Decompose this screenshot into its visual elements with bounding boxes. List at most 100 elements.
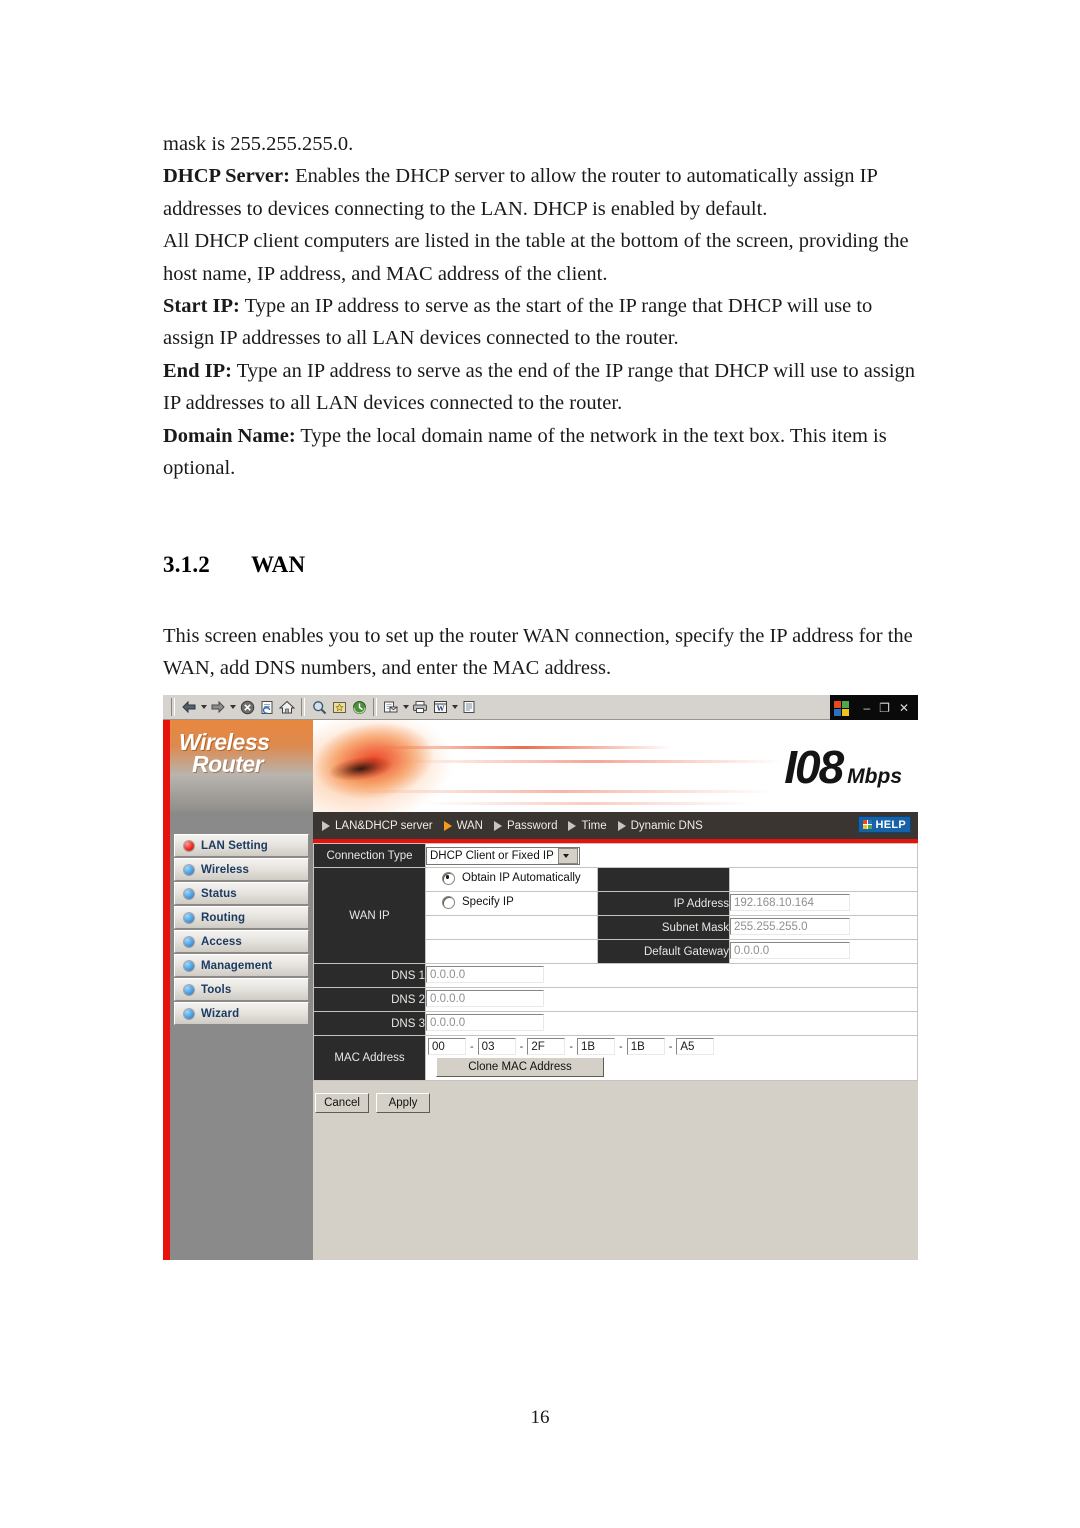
mac-octet-3-input[interactable]: 2F bbox=[527, 1038, 566, 1055]
history-icon[interactable] bbox=[349, 697, 369, 717]
nav-arrow-icon bbox=[568, 820, 577, 831]
restore-button[interactable]: ❐ bbox=[879, 702, 890, 714]
obtain-auto-label: Obtain IP Automatically bbox=[462, 872, 581, 884]
apply-button[interactable]: Apply bbox=[376, 1093, 430, 1113]
dns2-cell: 0.0.0.0 bbox=[425, 987, 918, 1012]
nav-item-time[interactable]: Time bbox=[568, 820, 607, 832]
bullet-icon bbox=[184, 840, 194, 851]
mail-dropdown-icon[interactable] bbox=[401, 697, 410, 717]
nav-arrow-icon bbox=[493, 820, 502, 831]
back-icon[interactable] bbox=[179, 697, 199, 717]
mac-octet-6-input[interactable]: A5 bbox=[676, 1038, 715, 1055]
print-icon[interactable] bbox=[410, 697, 430, 717]
obtain-ip-automatically-radio[interactable]: Obtain IP Automatically bbox=[426, 871, 581, 885]
mac-octet-2-input[interactable]: 03 bbox=[477, 1038, 516, 1055]
nav-arrow-icon bbox=[617, 820, 626, 831]
paragraph: Start IP: Type an IP address to serve as… bbox=[163, 295, 873, 350]
sidebar: LAN Setting Wireless Status Routing Acce… bbox=[170, 812, 313, 1260]
back-dropdown-icon[interactable] bbox=[199, 697, 208, 717]
bullet-icon bbox=[184, 1008, 194, 1019]
forward-dropdown-icon[interactable] bbox=[228, 697, 237, 717]
sidebar-item-status[interactable]: Status bbox=[174, 882, 309, 905]
sidebar-item-wizard[interactable]: Wizard bbox=[174, 1002, 309, 1025]
windows-logo-icon bbox=[833, 700, 850, 716]
bullet-icon bbox=[184, 936, 194, 947]
sidebar-item-label: Routing bbox=[201, 911, 246, 924]
section-title: WAN bbox=[251, 552, 306, 577]
edit-dropdown-icon[interactable] bbox=[450, 697, 459, 717]
sidebar-item-label: Management bbox=[201, 959, 273, 972]
dns2-input[interactable]: 0.0.0.0 bbox=[426, 989, 544, 1007]
connection-type-select[interactable]: DHCP Client or Fixed IP bbox=[426, 846, 580, 865]
paragraph-lead: Start IP: bbox=[163, 295, 240, 318]
brand-panel: Wireless Router bbox=[170, 720, 313, 812]
paragraph-lead: End IP: bbox=[163, 359, 232, 382]
router-banner: Wireless Router I08 Mbps bbox=[170, 720, 918, 812]
mac-octet-4-input[interactable]: 1B bbox=[577, 1038, 616, 1055]
wan-settings-table: Connection Type DHCP Client or Fixed IP bbox=[313, 843, 918, 1081]
forward-icon[interactable] bbox=[208, 697, 228, 717]
chevron-down-icon[interactable] bbox=[557, 847, 578, 864]
dns1-input[interactable]: 0.0.0.0 bbox=[426, 965, 544, 983]
speed-logo: I08 Mbps bbox=[784, 744, 902, 790]
router-body: LAN Setting Wireless Status Routing Acce… bbox=[170, 812, 918, 1260]
default-gateway-input[interactable]: 0.0.0.0 bbox=[730, 941, 850, 959]
mac-separator: - bbox=[519, 1040, 524, 1053]
table-row: WAN IP Obtain IP Automatically bbox=[313, 867, 918, 964]
sidebar-item-lan-setting[interactable]: LAN Setting bbox=[174, 834, 309, 857]
help-icon bbox=[863, 820, 873, 829]
edit-word-icon[interactable]: W bbox=[430, 697, 450, 717]
mac-octet-1-input[interactable]: 00 bbox=[428, 1038, 466, 1055]
radio-dot-icon bbox=[442, 895, 455, 909]
nav-item-label: WAN bbox=[456, 819, 483, 832]
sidebar-item-wireless[interactable]: Wireless bbox=[174, 858, 309, 881]
mac-octet-5-input[interactable]: 1B bbox=[626, 1038, 665, 1055]
help-button[interactable]: HELP bbox=[858, 816, 911, 833]
cancel-button[interactable]: Cancel bbox=[315, 1093, 369, 1113]
toolbar-separator bbox=[373, 698, 377, 716]
paragraph: Domain Name: Type the local domain name … bbox=[163, 424, 887, 480]
nav-item-wan[interactable]: WAN bbox=[443, 819, 483, 832]
toolbar-grip bbox=[171, 698, 175, 716]
specify-ip-radio[interactable]: Specify IP bbox=[426, 895, 514, 909]
svg-text:W: W bbox=[436, 704, 444, 713]
banner-artwork: I08 Mbps bbox=[313, 720, 918, 812]
nav-item-lan-dhcp-server[interactable]: LAN&DHCP server bbox=[322, 820, 433, 832]
table-row: Connection Type DHCP Client or Fixed IP bbox=[313, 843, 918, 868]
empty-dark-cell bbox=[597, 867, 730, 892]
clone-mac-address-button[interactable]: Clone MAC Address bbox=[436, 1057, 604, 1077]
sidebar-item-routing[interactable]: Routing bbox=[174, 906, 309, 929]
bullet-icon bbox=[184, 864, 194, 875]
refresh-icon[interactable] bbox=[257, 697, 277, 717]
connection-type-value: DHCP Client or Fixed IP bbox=[430, 849, 554, 862]
close-button[interactable]: ✕ bbox=[899, 702, 909, 714]
favorites-icon[interactable] bbox=[329, 697, 349, 717]
stop-icon[interactable] bbox=[237, 697, 257, 717]
left-red-stripe bbox=[163, 720, 170, 1260]
mail-icon[interactable] bbox=[381, 697, 401, 717]
sidebar-item-label: LAN Setting bbox=[201, 839, 268, 852]
sidebar-item-management[interactable]: Management bbox=[174, 954, 309, 977]
toolbar-separator bbox=[301, 698, 305, 716]
nav-item-dynamic-dns[interactable]: Dynamic DNS bbox=[617, 820, 703, 832]
nav-item-password[interactable]: Password bbox=[493, 820, 557, 832]
subnet-mask-input[interactable]: 255.255.255.0 bbox=[730, 917, 850, 935]
bullet-icon bbox=[184, 912, 194, 923]
sidebar-item-access[interactable]: Access bbox=[174, 930, 309, 953]
minimize-button[interactable]: – bbox=[863, 702, 870, 714]
sidebar-item-tools[interactable]: Tools bbox=[174, 978, 309, 1001]
dns3-input[interactable]: 0.0.0.0 bbox=[426, 1013, 544, 1031]
sidebar-item-label: Tools bbox=[201, 983, 232, 996]
discuss-icon[interactable] bbox=[459, 697, 479, 717]
paragraph: All DHCP client computers are listed in … bbox=[163, 230, 909, 285]
dns3-cell: 0.0.0.0 bbox=[425, 1011, 918, 1036]
mac-separator: - bbox=[569, 1040, 574, 1053]
page-number: 16 bbox=[530, 1407, 550, 1428]
bullet-icon bbox=[184, 984, 194, 995]
search-icon[interactable] bbox=[309, 697, 329, 717]
window-controls: – ❐ ✕ bbox=[830, 695, 918, 721]
empty-cell bbox=[425, 939, 598, 964]
home-icon[interactable] bbox=[277, 697, 297, 717]
ip-address-input[interactable]: 192.168.10.164 bbox=[730, 893, 850, 911]
sidebar-item-label: Access bbox=[201, 935, 242, 948]
